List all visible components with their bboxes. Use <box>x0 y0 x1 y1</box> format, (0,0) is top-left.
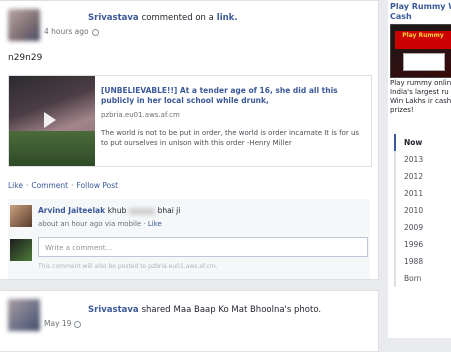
ad-title[interactable]: Play Rummy W Cash <box>390 2 451 22</box>
year-2009[interactable]: 2009 <box>396 219 451 236</box>
playing-cards-icon <box>403 53 445 71</box>
comments-section: Arvind Jaiteelak khub bhai ji about an h… <box>8 199 370 279</box>
comment-share-note: This comment will also be posted to pzbr… <box>38 263 218 270</box>
timeline-year-nav: Now 2013 2012 2011 2010 2009 1996 1988 B… <box>394 134 451 287</box>
story-action: shared <box>141 305 171 315</box>
news-feed: Srivastava commented on a link. 4 hours … <box>0 0 380 352</box>
comment: Arvind Jaiteelak khub bhai ji <box>38 206 180 215</box>
target-link[interactable]: link. <box>217 13 238 23</box>
ad-body: Play rummy onlin India's largest ru site… <box>390 79 451 114</box>
link-domain: pzbria.eu01.aws.af.cm <box>101 111 180 119</box>
right-sidebar: Play Rummy W Cash Play Rummy Play rummy … <box>388 0 451 338</box>
comment-link[interactable]: Comment <box>31 181 68 190</box>
author-name-link[interactable]: Srivastava <box>88 305 139 315</box>
comment-time: about an hour ago via mobile <box>38 220 142 228</box>
story-card: Srivastava shared Maa Baap Ko Mat Bhooln… <box>0 290 379 352</box>
story-meta: 4 hours ago <box>44 27 99 36</box>
blurred-text <box>128 207 155 215</box>
comment-like-link[interactable]: Like <box>148 220 162 228</box>
story-meta: May 19 <box>44 319 82 328</box>
play-icon <box>44 112 56 128</box>
commenter-avatar[interactable] <box>10 205 32 227</box>
year-2012[interactable]: 2012 <box>396 168 451 185</box>
author-avatar[interactable] <box>8 9 40 41</box>
year-2013[interactable]: 2013 <box>396 151 451 168</box>
author-avatar[interactable] <box>8 299 40 331</box>
timestamp[interactable]: May 19 <box>44 319 71 328</box>
year-2010[interactable]: 2010 <box>396 202 451 219</box>
story-actions: Like · Comment · Follow Post <box>8 181 119 190</box>
commenter-name[interactable]: Arvind Jaiteelak <box>38 206 105 215</box>
follow-post-link[interactable]: Follow Post <box>76 181 118 190</box>
current-user-avatar <box>10 239 32 261</box>
comment-text: khub <box>107 206 127 215</box>
author-name-link[interactable]: Srivastava <box>88 13 139 23</box>
year-2011[interactable]: 2011 <box>396 185 451 202</box>
story-action: commented on a <box>141 13 214 23</box>
ad-logo: Play Rummy <box>395 31 451 49</box>
ad-image[interactable]: Play Rummy <box>390 24 451 78</box>
comment-meta: about an hour ago via mobile · Like <box>38 220 162 228</box>
link-description: The world is not to be put in order, the… <box>101 129 360 147</box>
timestamp[interactable]: 4 hours ago <box>44 27 89 36</box>
target-link[interactable]: Maa Baap Ko Mat Bhoolna's photo. <box>174 305 322 315</box>
globe-icon <box>91 28 99 36</box>
year-1988[interactable]: 1988 <box>396 253 451 270</box>
link-thumbnail[interactable] <box>9 76 95 166</box>
globe-icon <box>74 320 82 328</box>
story-card: Srivastava commented on a link. 4 hours … <box>0 0 379 280</box>
link-title[interactable]: [UNBELIEVABLE!!] At a tender age of 16, … <box>101 86 363 106</box>
comment-text-2: bhai ji <box>157 206 181 215</box>
story-header: Srivastava commented on a link. <box>88 13 238 23</box>
story-header: Srivastava shared Maa Baap Ko Mat Bhooln… <box>88 305 321 315</box>
write-comment-input[interactable]: Write a comment... <box>38 237 368 257</box>
year-now[interactable]: Now <box>394 134 451 151</box>
year-1996[interactable]: 1996 <box>396 236 451 253</box>
year-born[interactable]: Born <box>396 270 451 287</box>
status-text: n29n29 <box>8 53 43 63</box>
shared-link-preview[interactable]: [UNBELIEVABLE!!] At a tender age of 16, … <box>8 75 372 167</box>
like-link[interactable]: Like <box>8 181 23 190</box>
